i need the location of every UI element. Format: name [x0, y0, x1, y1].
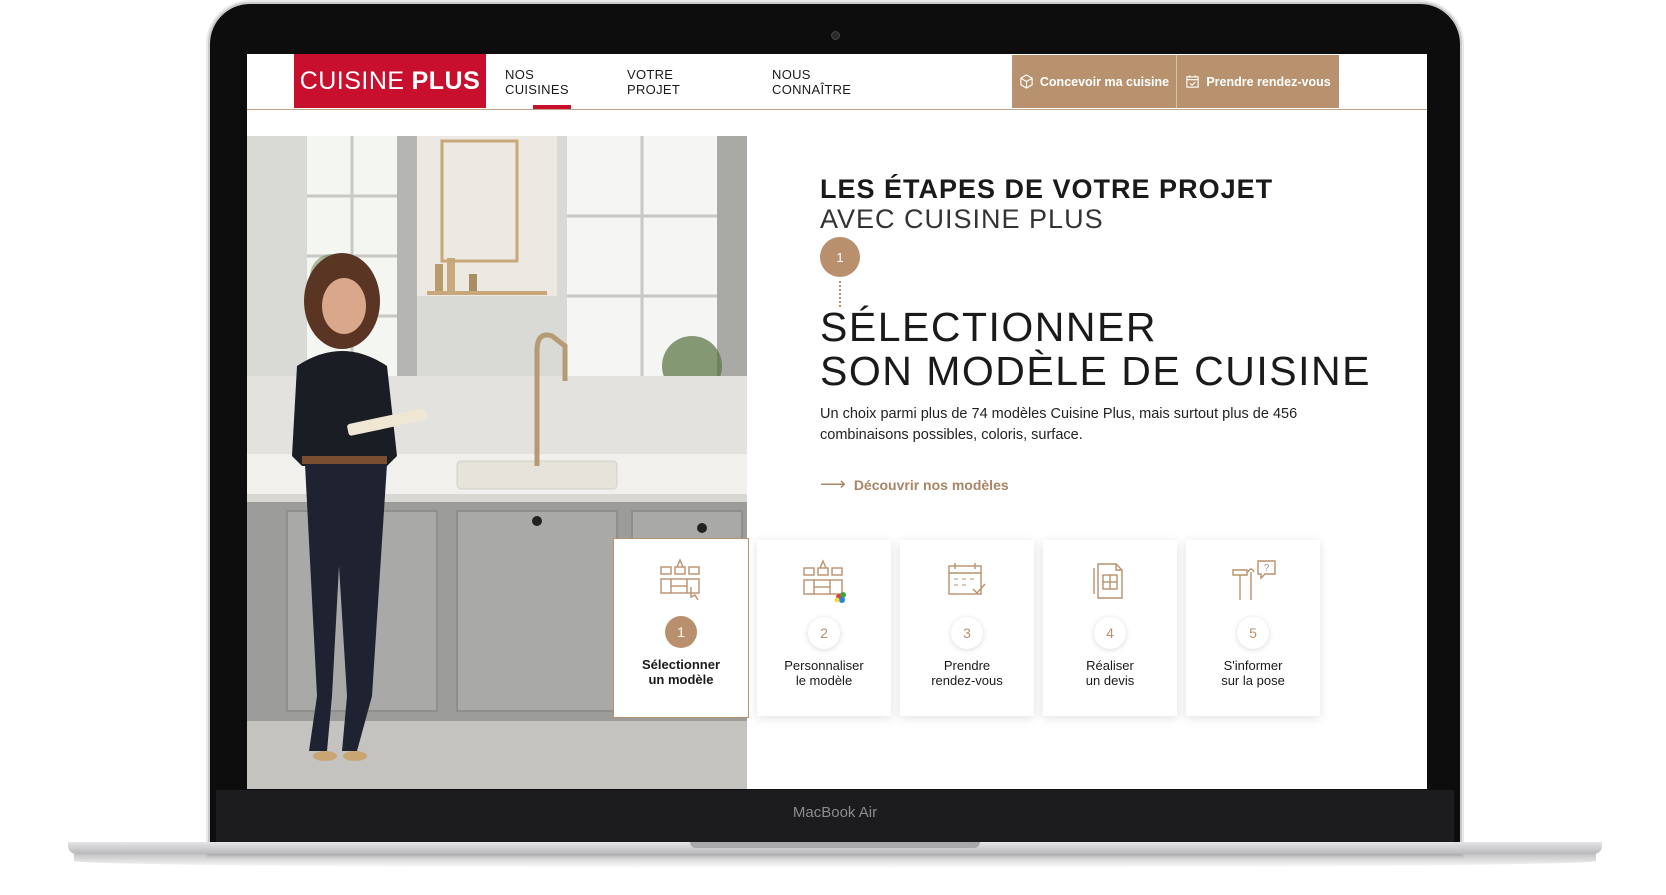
- steps-title: LES ÉTAPES DE VOTRE PROJET: [820, 174, 1274, 204]
- nav-item-nous-connaitre[interactable]: NOUS CONNAÎTRE: [772, 54, 892, 109]
- step-label-line2: sur la pose: [1221, 673, 1285, 688]
- steps-subtitle: AVEC CUISINE PLUS: [820, 204, 1104, 234]
- step-card-1[interactable]: 1 Sélectionner un modèle: [613, 538, 749, 718]
- step-number: 4: [1094, 617, 1126, 649]
- browser-screen: CUISINE PLUS NOS CUISINES VOTRE PROJET N…: [247, 54, 1427, 789]
- step-card-3[interactable]: 3 Prendre rendez-vous: [900, 540, 1034, 716]
- nav-label: VOTRE PROJET: [627, 66, 681, 97]
- kitchen-select-icon: [614, 557, 748, 605]
- nav-active-indicator: [533, 105, 571, 109]
- device-label: MacBook Air: [792, 804, 878, 821]
- step-description: Un choix parmi plus de 74 modèles Cuisin…: [820, 406, 1298, 443]
- discover-link-label: Découvrir nos modèles: [853, 476, 1009, 493]
- step-label-line2: le modèle: [795, 673, 853, 688]
- kitchen-color-icon: [757, 558, 891, 606]
- step-card-4[interactable]: 4 Réaliser un devis: [1043, 540, 1177, 716]
- logo-text-bold: PLUS: [411, 66, 481, 95]
- step-label: Prendre rendez-vous: [900, 658, 1034, 688]
- step-number: 1: [665, 616, 697, 648]
- calendar-icon: [900, 558, 1034, 606]
- step-label-line1: Personnaliser: [784, 658, 864, 673]
- laptop-chin: MacBook Air: [216, 790, 1454, 842]
- current-step-badge: 1: [820, 237, 860, 277]
- step-label: Personnaliser le modèle: [757, 658, 891, 688]
- logo-text-regular: CUISINE: [299, 66, 405, 95]
- brand-logo[interactable]: CUISINE PLUS: [294, 54, 486, 108]
- tools-question-icon: ?: [1186, 558, 1320, 606]
- step-number: 5: [1237, 617, 1269, 649]
- step-label-line2: un modèle: [648, 672, 714, 687]
- appointment-button[interactable]: Prendre rendez-vous: [1177, 55, 1339, 108]
- step-label-line2: un devis: [1085, 673, 1135, 688]
- svg-text:?: ?: [1264, 563, 1270, 574]
- step-card-5[interactable]: ? 5 S'informer sur la pose: [1186, 540, 1320, 716]
- step-label: Sélectionner un modèle: [614, 657, 748, 687]
- appointment-label: Prendre rendez-vous: [1206, 74, 1331, 89]
- step-number: 3: [951, 617, 983, 649]
- step-heading-line1: SÉLECTIONNER: [820, 304, 1157, 350]
- nav-label: NOUS CONNAÎTRE: [772, 66, 852, 97]
- camera: [831, 31, 840, 40]
- cube-icon: [1020, 74, 1033, 89]
- step-card-2[interactable]: 2 Personnaliser le modèle: [757, 540, 891, 716]
- nav-item-votre-projet[interactable]: VOTRE PROJET: [627, 54, 727, 109]
- step-label-line2: rendez-vous: [931, 673, 1003, 688]
- laptop-shadow: [74, 854, 1596, 868]
- site-header: CUISINE PLUS NOS CUISINES VOTRE PROJET N…: [247, 54, 1427, 110]
- arrow-right-icon: ⟶: [820, 474, 846, 494]
- quote-document-icon: [1043, 558, 1177, 606]
- step-label-line1: S'informer: [1223, 658, 1283, 673]
- nav-item-nos-cuisines[interactable]: NOS CUISINES: [505, 54, 600, 109]
- step-label: Réaliser un devis: [1043, 658, 1177, 688]
- step-label-line1: Réaliser: [1086, 658, 1134, 673]
- step-label-line1: Sélectionner: [641, 657, 721, 672]
- step-heading-line2: SON MODÈLE DE CUISINE: [820, 348, 1371, 394]
- design-kitchen-label: Concevoir ma cuisine: [1039, 74, 1170, 89]
- step-label-line1: Prendre: [943, 658, 991, 673]
- discover-models-link[interactable]: ⟶ Découvrir nos modèles: [820, 474, 1009, 495]
- calendar-check-icon: [1186, 75, 1200, 88]
- step-label: S'informer sur la pose: [1186, 658, 1320, 688]
- design-kitchen-button[interactable]: Concevoir ma cuisine: [1012, 55, 1176, 108]
- nav-label: NOS CUISINES: [505, 66, 569, 97]
- laptop-notch: [690, 842, 980, 848]
- step-number: 2: [808, 617, 840, 649]
